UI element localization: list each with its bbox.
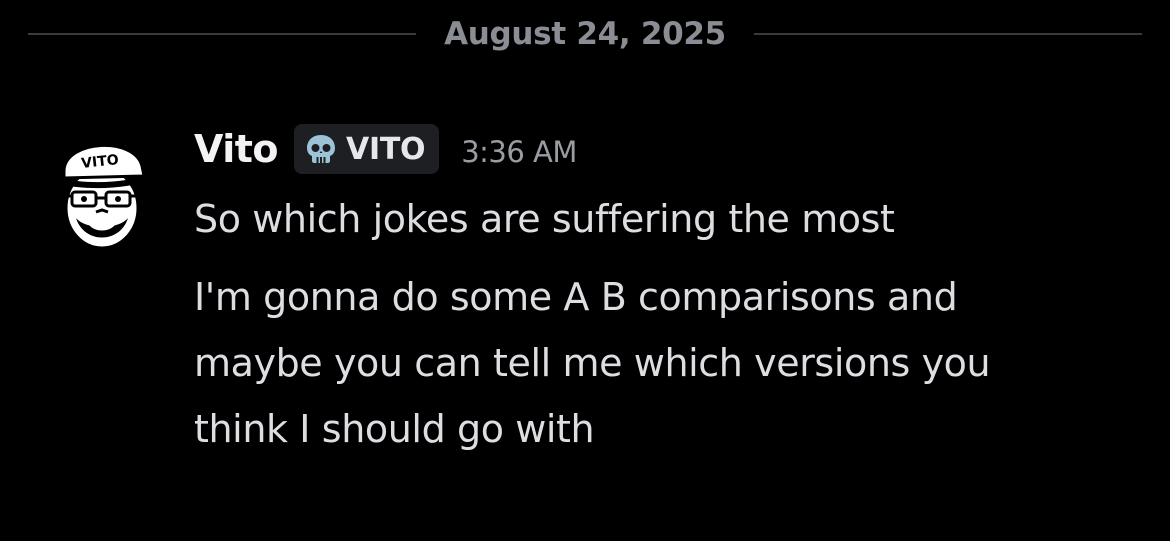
role-tag-label: VITO — [346, 131, 426, 167]
skull-icon — [307, 135, 336, 163]
message-body: Vito VITO 3:36 AM So which jokes are suf… — [194, 118, 1130, 462]
message-text-line: think I should go with — [194, 407, 595, 451]
message-text-line: I'm gonna do some A B comparisons and — [194, 275, 958, 319]
date-divider: August 24, 2025 — [28, 14, 1142, 54]
message-text-line: So which jokes are suffering the most — [194, 197, 895, 241]
message-timestamp[interactable]: 3:36 AM — [461, 129, 577, 169]
message-header: Vito VITO 3:36 AM — [194, 118, 1130, 180]
author-username[interactable]: Vito — [194, 127, 279, 171]
message-text-line: maybe you can tell me which versions you — [194, 341, 991, 385]
date-divider-label: August 24, 2025 — [444, 16, 726, 52]
divider-line-right — [753, 33, 1142, 35]
role-tag[interactable]: VITO — [294, 124, 440, 174]
divider-line-left — [28, 33, 417, 35]
avatar[interactable]: VITO — [54, 126, 152, 250]
